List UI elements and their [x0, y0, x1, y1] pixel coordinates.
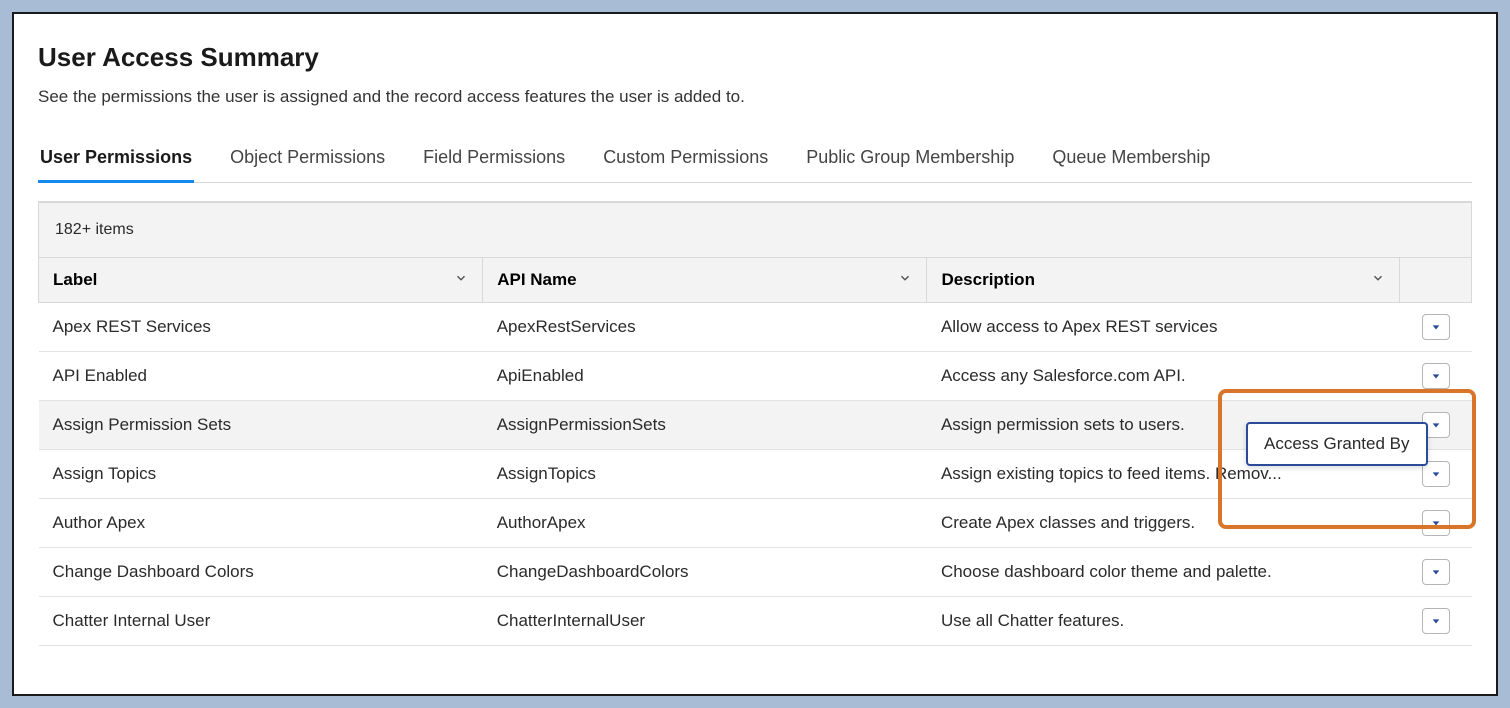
menu-item-access-granted-by[interactable]: Access Granted By — [1264, 434, 1410, 454]
page-title: User Access Summary — [38, 42, 1472, 73]
table-row: Chatter Internal UserChatterInternalUser… — [39, 597, 1472, 646]
cell-label: Assign Topics — [39, 450, 483, 499]
cell-description: Use all Chatter features. — [927, 597, 1400, 646]
cell-label: Author Apex — [39, 499, 483, 548]
tab-field-permissions[interactable]: Field Permissions — [421, 141, 567, 182]
tab-bar: User Permissions Object Permissions Fiel… — [38, 141, 1472, 183]
table-row: Author ApexAuthorApexCreate Apex classes… — [39, 499, 1472, 548]
cell-actions — [1400, 303, 1472, 352]
cell-description: Access any Salesforce.com API. — [927, 352, 1400, 401]
cell-label: Change Dashboard Colors — [39, 548, 483, 597]
cell-api-name: AuthorApex — [483, 499, 927, 548]
table-row: Apex REST ServicesApexRestServicesAllow … — [39, 303, 1472, 352]
tab-user-permissions[interactable]: User Permissions — [38, 141, 194, 182]
tab-object-permissions[interactable]: Object Permissions — [228, 141, 387, 182]
tab-custom-permissions[interactable]: Custom Permissions — [601, 141, 770, 182]
cell-actions — [1400, 548, 1472, 597]
cell-label: API Enabled — [39, 352, 483, 401]
row-action-button[interactable] — [1422, 559, 1450, 585]
caret-down-icon — [1431, 371, 1441, 381]
row-action-button[interactable] — [1422, 510, 1450, 536]
caret-down-icon — [1431, 567, 1441, 577]
table-row: Change Dashboard ColorsChangeDashboardCo… — [39, 548, 1472, 597]
column-header-text: Label — [53, 270, 97, 289]
column-header-actions — [1400, 258, 1472, 303]
cell-api-name: AssignPermissionSets — [483, 401, 927, 450]
item-count: 182+ items — [38, 202, 1472, 257]
cell-description: Create Apex classes and triggers. — [927, 499, 1400, 548]
cell-label: Assign Permission Sets — [39, 401, 483, 450]
row-action-button[interactable] — [1422, 314, 1450, 340]
caret-down-icon — [1431, 616, 1441, 626]
cell-description: Choose dashboard color theme and palette… — [927, 548, 1400, 597]
tab-public-group-membership[interactable]: Public Group Membership — [804, 141, 1016, 182]
column-header-text: API Name — [497, 270, 576, 289]
cell-label: Apex REST Services — [39, 303, 483, 352]
tab-queue-membership[interactable]: Queue Membership — [1050, 141, 1212, 182]
cell-api-name: AssignTopics — [483, 450, 927, 499]
cell-api-name: ChangeDashboardColors — [483, 548, 927, 597]
column-header-description[interactable]: Description — [927, 258, 1400, 303]
row-action-button[interactable] — [1422, 608, 1450, 634]
column-header-api-name[interactable]: API Name — [483, 258, 927, 303]
cell-label: Chatter Internal User — [39, 597, 483, 646]
column-header-label[interactable]: Label — [39, 258, 483, 303]
chevron-down-icon — [898, 270, 912, 290]
caret-down-icon — [1431, 322, 1441, 332]
cell-api-name: ApiEnabled — [483, 352, 927, 401]
cell-api-name: ApexRestServices — [483, 303, 927, 352]
cell-description: Allow access to Apex REST services — [927, 303, 1400, 352]
cell-actions — [1400, 352, 1472, 401]
column-header-text: Description — [941, 270, 1035, 289]
caret-down-icon — [1431, 420, 1441, 430]
table-header-row: Label API Name Description — [39, 258, 1472, 303]
table-row: API EnabledApiEnabledAccess any Salesfor… — [39, 352, 1472, 401]
chevron-down-icon — [454, 270, 468, 290]
cell-api-name: ChatterInternalUser — [483, 597, 927, 646]
cell-actions — [1400, 499, 1472, 548]
chevron-down-icon — [1371, 270, 1385, 290]
caret-down-icon — [1431, 518, 1441, 528]
row-action-button[interactable] — [1422, 363, 1450, 389]
caret-down-icon — [1431, 469, 1441, 479]
cell-actions — [1400, 597, 1472, 646]
row-action-menu: Access Granted By — [1246, 422, 1428, 466]
page-subtitle: See the permissions the user is assigned… — [38, 87, 1472, 107]
